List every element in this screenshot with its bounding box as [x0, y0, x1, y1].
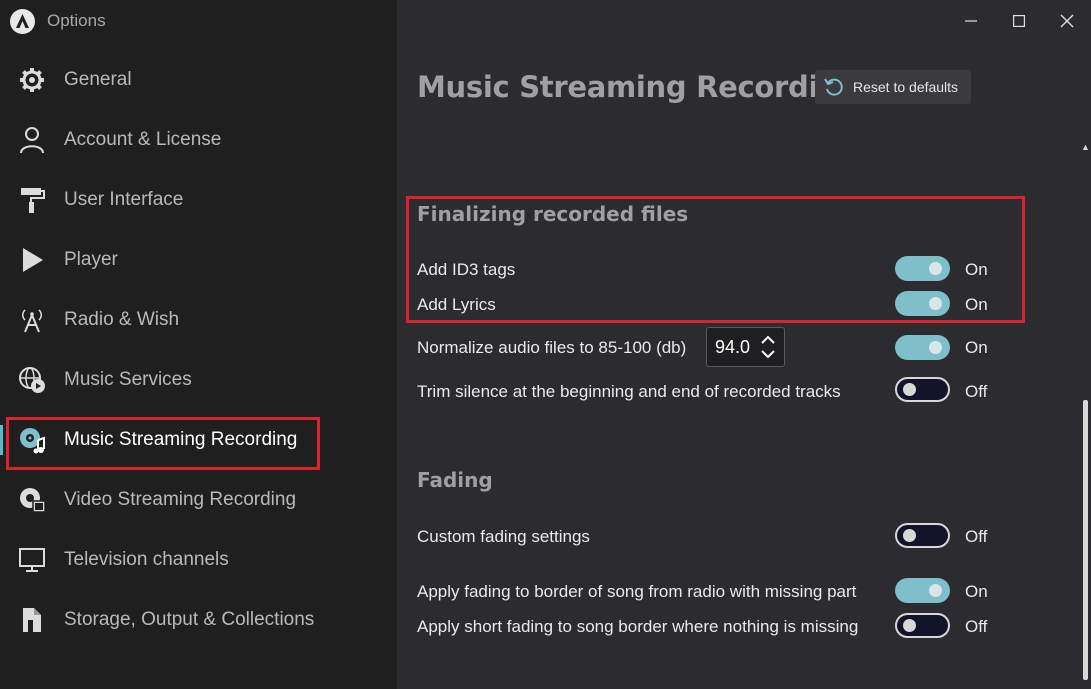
sidebar-item-label: Account & License	[64, 129, 222, 150]
sidebar-item-player[interactable]: Player	[6, 234, 320, 286]
section-title-fading: Fading	[417, 468, 493, 492]
sidebar-item-label: Radio & Wish	[64, 309, 180, 330]
toggle-short-fading[interactable]	[895, 613, 950, 638]
sidebar-item-label: Storage, Output & Collections	[64, 609, 315, 630]
video-record-icon	[6, 486, 58, 514]
user-icon	[6, 126, 58, 154]
sidebar-item-label: General	[64, 69, 132, 90]
globe-play-icon	[6, 366, 58, 394]
sidebar-item-label: User Interface	[64, 189, 184, 210]
toggle-normalize-audio[interactable]	[895, 335, 950, 360]
setting-label-short-fading: Apply short fading to song border where …	[417, 617, 859, 636]
scroll-up-arrow-icon[interactable]: ▲	[1080, 141, 1091, 153]
page-title: Music Streaming Recording	[417, 70, 859, 104]
minimize-button[interactable]	[947, 8, 995, 34]
paint-roller-icon	[6, 186, 58, 214]
toggle-fading-missing-part[interactable]	[895, 578, 950, 603]
sidebar-item-general[interactable]: General	[6, 54, 320, 106]
toggle-state-text: On	[965, 582, 988, 601]
sidebar-item-label: Music Services	[64, 369, 192, 390]
antenna-icon	[6, 307, 58, 333]
play-icon	[6, 247, 58, 273]
sidebar-item-video-streaming-recording[interactable]: Video Streaming Recording	[6, 474, 320, 526]
setting-label-custom-fading: Custom fading settings	[417, 527, 590, 546]
toggle-state-text: Off	[965, 617, 988, 636]
normalize-value-stepper[interactable]: 94.0	[706, 327, 785, 367]
highlight-sidebar-selection	[6, 417, 320, 470]
toggle-trim-silence[interactable]	[895, 377, 950, 402]
sidebar-item-television-channels[interactable]: Television channels	[6, 534, 320, 586]
setting-label-normalize-audio: Normalize audio files to 85-100 (db)	[417, 338, 687, 357]
maximize-button[interactable]	[995, 8, 1043, 34]
maximize-icon	[1013, 15, 1025, 27]
undo-icon	[824, 78, 843, 96]
toggle-state-text: On	[965, 338, 988, 357]
sidebar-item-user-interface[interactable]: User Interface	[6, 174, 320, 226]
minimize-icon	[965, 20, 977, 22]
sidebar-item-label: Video Streaming Recording	[64, 489, 297, 510]
chevron-up-down-icon[interactable]	[760, 334, 776, 360]
sidebar: Options General Account & License User I…	[0, 0, 397, 689]
storage-icon	[6, 606, 58, 634]
setting-label-trim-silence: Trim silence at the beginning and end of…	[417, 382, 841, 401]
window-title: Options	[47, 11, 106, 30]
scrollbar-thumb[interactable]	[1083, 400, 1088, 680]
window-controls	[947, 8, 1091, 34]
sidebar-item-radio-wish[interactable]: Radio & Wish	[6, 294, 320, 346]
close-icon	[1060, 14, 1074, 28]
sidebar-item-label: Player	[64, 249, 118, 270]
toggle-state-text: Off	[965, 382, 988, 401]
sidebar-item-storage-output-collections[interactable]: Storage, Output & Collections	[6, 594, 320, 646]
sidebar-item-music-services[interactable]: Music Services	[6, 354, 320, 406]
stepper-value: 94.0	[715, 336, 751, 357]
setting-label-fading-missing-part: Apply fading to border of song from radi…	[417, 582, 857, 601]
toggle-state-text: Off	[965, 527, 988, 546]
active-indicator	[0, 425, 3, 455]
gear-icon	[6, 67, 58, 93]
app-title-bar: Options	[10, 8, 106, 34]
highlight-finalizing-section	[406, 196, 1025, 323]
reset-label: Reset to defaults	[853, 79, 959, 95]
toggle-custom-fading[interactable]	[895, 523, 950, 548]
sidebar-item-account[interactable]: Account & License	[6, 114, 320, 166]
reset-to-defaults-button[interactable]: Reset to defaults	[815, 70, 971, 104]
sidebar-item-label: Television channels	[64, 549, 229, 570]
app-logo-icon	[10, 8, 35, 34]
monitor-icon	[6, 547, 58, 573]
close-button[interactable]	[1043, 8, 1091, 34]
